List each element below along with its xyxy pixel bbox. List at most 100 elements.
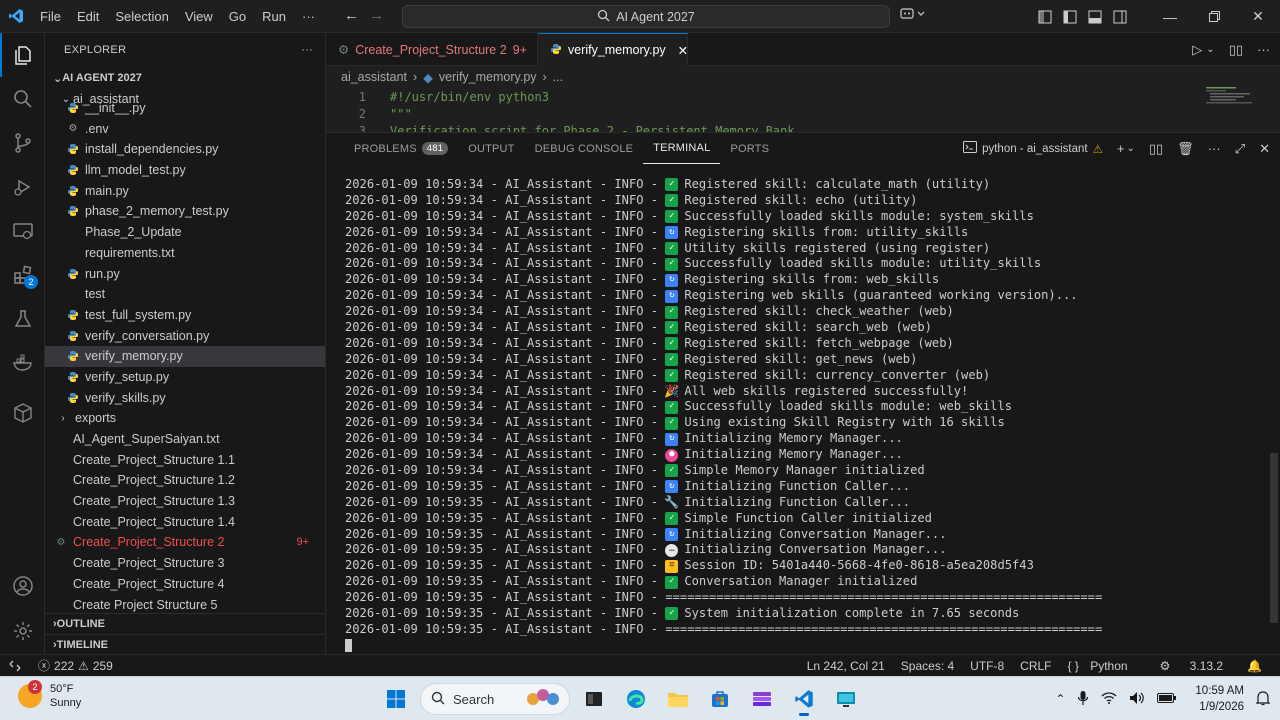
chevron-up-icon[interactable]: ⌃ (1055, 692, 1065, 706)
testing-icon[interactable] (0, 297, 45, 341)
run-dropdown-icon[interactable]: ⌄ (1206, 44, 1214, 55)
menu-more[interactable]: ··· (294, 9, 323, 24)
file-explorer-icon[interactable] (660, 681, 696, 717)
toggle-panel-icon[interactable] (1082, 0, 1107, 33)
tab-problems[interactable]: PROBLEMS 481 (344, 133, 458, 164)
language-mode[interactable]: { } Python (1060, 659, 1144, 673)
tab-terminal[interactable]: TERMINAL (643, 133, 721, 164)
menu-view[interactable]: View (177, 9, 221, 24)
file-item-verify-memory-py[interactable]: verify_memory.py (45, 345, 325, 367)
file-item-phase-2-update[interactable]: Phase_2_Update (45, 222, 325, 243)
new-terminal-icon[interactable]: + (1117, 141, 1125, 156)
code-editor[interactable]: 1 #!/usr/bin/env python3 2 """ 3 Verific… (326, 88, 1280, 132)
microsoft-store-icon[interactable] (702, 681, 738, 717)
tab-debug-console[interactable]: DEBUG CONSOLE (525, 133, 644, 164)
run-debug-icon[interactable] (0, 165, 45, 209)
file-item-env[interactable]: ⚙ .env (45, 118, 325, 139)
remote-desktop-icon[interactable] (828, 681, 864, 717)
restore-icon[interactable] (1192, 0, 1236, 33)
file-item-llm-model-test-py[interactable]: llm_model_test.py (45, 160, 325, 181)
settings-gear-icon[interactable] (0, 609, 45, 653)
explorer-icon[interactable] (0, 33, 45, 77)
remote-explorer-icon[interactable] (0, 209, 45, 253)
windows-start-icon[interactable] (378, 681, 414, 717)
customize-layout-icon[interactable] (1032, 0, 1057, 33)
task-view-icon[interactable] (576, 681, 612, 717)
file-item-create-project-structure-2[interactable]: ⚙ Create_Project_Structure 2 9+ (45, 532, 325, 553)
close-tab-icon[interactable]: ✕ (678, 43, 688, 58)
file-item-verify-setup-py[interactable]: verify_setup.py (45, 367, 325, 388)
breadcrumb-file[interactable]: verify_memory.py (439, 70, 537, 84)
terminal-selector[interactable]: python - ai_assistant ⚠ (963, 141, 1103, 156)
file-item-run-py[interactable]: run.py (45, 263, 325, 284)
file-item-test-full-system-py[interactable]: test_full_system.py (45, 305, 325, 326)
close-window-icon[interactable]: ✕ (1236, 0, 1280, 33)
menu-edit[interactable]: Edit (69, 9, 107, 24)
terminal-dropdown-icon[interactable]: ⌄ (1126, 143, 1134, 154)
vscode-taskbar-icon[interactable] (786, 681, 822, 717)
menu-selection[interactable]: Selection (107, 9, 176, 24)
taskbar-search[interactable]: Search (420, 683, 570, 715)
breadcrumb-folder[interactable]: ai_assistant (341, 70, 407, 84)
file-item-main-py[interactable]: main.py (45, 180, 325, 201)
file-item-create-project-structure-5[interactable]: Create Project Structure 5 (45, 594, 325, 615)
split-editor-icon[interactable]: ▯▯ (1229, 42, 1243, 58)
outline-section[interactable]: › OUTLINE (45, 613, 325, 634)
battery-icon[interactable] (1157, 692, 1177, 707)
cursor-position[interactable]: Ln 242, Col 21 (799, 659, 893, 673)
terminal-output[interactable]: 2026-01-09 10:59:34 - AI_Assistant - INF… (345, 177, 1245, 654)
file-item-create-project-structure-1-4[interactable]: Create_Project_Structure 1.4 (45, 511, 325, 532)
back-arrow-icon[interactable]: ← (344, 7, 359, 24)
file-item-create-project-structure-1-1[interactable]: Create_Project_Structure 1.1 (45, 449, 325, 470)
edge-browser-icon[interactable] (618, 681, 654, 717)
containers-icon[interactable] (0, 391, 45, 435)
volume-icon[interactable] (1129, 691, 1145, 708)
notifications-bell-icon[interactable]: 🔔 (1239, 659, 1270, 673)
file-item-init-py[interactable]: __init__.py (45, 98, 325, 119)
trash-icon[interactable]: 🗑 (1177, 141, 1194, 157)
minimap[interactable] (1206, 86, 1266, 106)
microphone-icon[interactable] (1077, 690, 1089, 709)
file-item-verify-skills-py[interactable]: verify_skills.py (45, 387, 325, 408)
file-item-install-dependencies-py[interactable]: install_dependencies.py (45, 139, 325, 160)
file-item-requirements-txt[interactable]: requirements.txt (45, 243, 325, 264)
terminal-scrollbar[interactable] (1270, 453, 1278, 623)
more-actions-icon[interactable]: ··· (1257, 42, 1270, 57)
encoding[interactable]: UTF-8 (962, 659, 1012, 673)
account-icon[interactable] (0, 564, 45, 608)
menu-go[interactable]: Go (221, 9, 254, 24)
toggle-sidebar-icon[interactable] (1057, 0, 1082, 33)
notification-bell-icon[interactable] (1255, 690, 1271, 709)
extensions-icon[interactable]: 2 (0, 253, 45, 297)
clock[interactable]: 10:59 AM 1/9/2026 (1195, 683, 1244, 715)
problems-indicator[interactable]: ⓧ 222 ⚠ 259 (38, 657, 113, 674)
forward-arrow-icon[interactable]: → (369, 7, 384, 24)
end-of-line[interactable]: CRLF (1012, 659, 1059, 673)
file-item-phase-2-memory-test-py[interactable]: phase_2_memory_test.py (45, 201, 325, 222)
tab-verify-memory[interactable]: verify_memory.py ✕ (537, 33, 688, 66)
stacked-app-icon[interactable] (744, 681, 780, 717)
minimize-icon[interactable]: — (1148, 0, 1192, 33)
indentation[interactable]: Spaces: 4 (893, 659, 962, 673)
toggle-secondary-sidebar-icon[interactable] (1107, 0, 1132, 33)
file-item-verify-conversation-py[interactable]: verify_conversation.py (45, 325, 325, 346)
file-item-test[interactable]: test (45, 284, 325, 305)
close-panel-icon[interactable]: ✕ (1259, 141, 1270, 157)
copilot-icon[interactable] (900, 7, 926, 24)
tab-output[interactable]: OUTPUT (458, 133, 524, 164)
tab-ports[interactable]: PORTS (720, 133, 779, 164)
file-item-create-project-structure-4[interactable]: Create_Project_Structure 4 (45, 574, 325, 595)
menu-file[interactable]: File (32, 9, 69, 24)
file-item-create-project-structure-1-3[interactable]: Create_Project_Structure 1.3 (45, 491, 325, 512)
breadcrumb-symbol[interactable]: ... (553, 70, 563, 84)
python-interpreter[interactable]: ⚙ 3.13.2 (1144, 659, 1239, 673)
search-icon[interactable] (0, 77, 45, 121)
maximize-panel-icon[interactable]: ⤢ (1235, 141, 1245, 157)
split-terminal-icon[interactable]: ▯▯ (1149, 141, 1163, 157)
file-item-create-project-structure-3[interactable]: Create_Project_Structure 3 (45, 553, 325, 574)
menu-run[interactable]: Run (254, 9, 294, 24)
file-item-create-project-structure-1-2[interactable]: Create_Project_Structure 1.2 (45, 470, 325, 491)
tab-create-project-structure-2[interactable]: ⚙ Create_Project_Structure 2 9+ (326, 33, 538, 66)
timeline-section[interactable]: › TIMELINE (45, 634, 325, 654)
source-control-icon[interactable] (0, 121, 45, 165)
